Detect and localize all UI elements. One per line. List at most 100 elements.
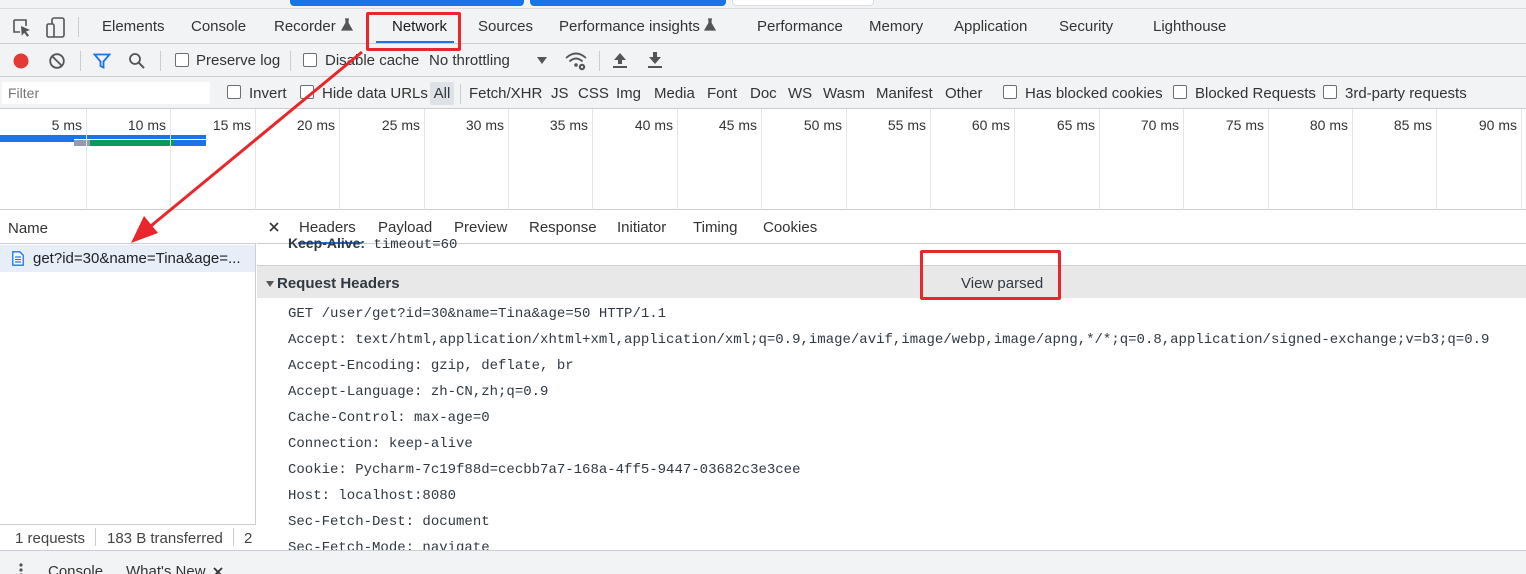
type-filter-css[interactable]: CSS (578, 77, 609, 109)
network-conditions-icon[interactable] (565, 51, 587, 71)
network-filter-bar: Invert Hide data URLs All Fetch/XHR JS C… (0, 77, 1526, 109)
drawer-tab-console[interactable]: Console (48, 563, 103, 574)
timeline-tick-label: 10 ms (127, 117, 166, 133)
tab-timing[interactable]: Timing (693, 210, 737, 244)
request-headers-section[interactable]: Request Headers View parsed (257, 265, 1526, 298)
timeline-tick-label: 60 ms (971, 117, 1010, 133)
more-options-icon[interactable] (19, 563, 23, 574)
third-party-requests-checkbox[interactable] (1323, 85, 1337, 99)
network-toolbar: Preserve log Disable cache No throttling (0, 44, 1526, 77)
timeline-tick-label: 20 ms (296, 117, 335, 133)
request-name: get?id=30&name=Tina&age=... (33, 250, 241, 267)
filter-input[interactable] (2, 82, 210, 104)
browser-button[interactable] (290, 0, 524, 6)
request-row[interactable]: get?id=30&name=Tina&age=... (0, 245, 255, 272)
disable-cache-checkbox[interactable] (303, 53, 317, 67)
tab-memory[interactable]: Memory (869, 9, 923, 44)
selected-tab-indicator (376, 41, 454, 43)
tab-cookies[interactable]: Cookies (763, 210, 817, 244)
tab-network[interactable]: Network (392, 9, 447, 44)
has-blocked-cookies-checkbox[interactable] (1003, 85, 1017, 99)
close-icon[interactable] (213, 567, 223, 574)
tab-performance[interactable]: Performance (757, 9, 843, 44)
disable-cache-label: Disable cache (325, 52, 420, 69)
tab-preview[interactable]: Preview (454, 210, 507, 244)
request-header-line: Accept: text/html,application/xhtml+xml,… (288, 332, 1490, 348)
browser-button[interactable] (732, 0, 874, 6)
request-count: 1 requests (15, 530, 86, 547)
divider (290, 51, 291, 71)
timeline-tick-label: 80 ms (1309, 117, 1348, 133)
record-icon[interactable] (12, 52, 30, 70)
name-column-label: Name (8, 220, 49, 237)
throttling-select[interactable]: No throttling (429, 44, 510, 77)
import-har-icon[interactable] (612, 51, 628, 69)
request-header-line: Cache-Control: max-age=0 (288, 410, 490, 426)
tab-elements[interactable]: Elements (102, 9, 165, 44)
device-toolbar-icon[interactable] (46, 17, 66, 39)
request-header-line: Accept-Language: zh-CN,zh;q=0.9 (288, 384, 549, 400)
divider (599, 51, 600, 71)
blocked-requests-checkbox[interactable] (1173, 85, 1187, 99)
tab-recorder[interactable]: Recorder (274, 9, 336, 44)
timeline-download-bar (174, 140, 206, 146)
section-title: Request Headers (277, 275, 400, 292)
tab-lighthouse[interactable]: Lighthouse (1153, 9, 1226, 44)
name-column-header[interactable]: Name (0, 210, 256, 244)
divider (78, 17, 79, 37)
type-filter-js[interactable]: JS (551, 77, 569, 109)
tab-response[interactable]: Response (529, 210, 597, 244)
tab-application[interactable]: Application (954, 9, 1027, 44)
divider (95, 528, 96, 546)
hide-data-urls-checkbox[interactable] (300, 85, 314, 99)
timeline-tick-label: 85 ms (1393, 117, 1432, 133)
collapse-triangle-icon[interactable] (266, 281, 274, 287)
devtools-tab-bar: Elements Console Recorder Network Source… (0, 9, 1526, 44)
export-har-icon[interactable] (647, 51, 663, 69)
header-value: timeout=60 (373, 237, 458, 251)
timeline-tick-label: 30 ms (465, 117, 504, 133)
divider (80, 51, 81, 71)
tab-performance-insights[interactable]: Performance insights (559, 9, 700, 44)
tab-sources[interactable]: Sources (478, 9, 533, 44)
request-header-line: Accept-Encoding: gzip, deflate, br (288, 358, 574, 374)
type-filter-ws[interactable]: WS (788, 77, 812, 109)
type-filter-manifest[interactable]: Manifest (876, 77, 933, 109)
browser-button[interactable] (530, 0, 726, 6)
clear-icon[interactable] (48, 52, 66, 70)
tab-security[interactable]: Security (1059, 9, 1113, 44)
tab-initiator[interactable]: Initiator (617, 210, 666, 244)
view-parsed-link[interactable]: View parsed (961, 275, 1043, 292)
preserve-log-label: Preserve log (196, 52, 281, 69)
timeline-stall-bar (74, 140, 90, 146)
timeline-waiting-bar (90, 140, 174, 146)
bottom-drawer: Console What's New (0, 550, 1526, 574)
timeline-tick-label: 50 ms (803, 117, 842, 133)
drawer-tab-whats-new[interactable]: What's New (126, 563, 206, 574)
type-filter-font[interactable]: Font (707, 77, 737, 109)
filter-icon[interactable] (93, 52, 111, 70)
type-filter-doc[interactable]: Doc (750, 77, 777, 109)
timeline-tick-label: 65 ms (1056, 117, 1095, 133)
invert-checkbox[interactable] (227, 85, 241, 99)
third-party-requests-label: 3rd-party requests (1345, 85, 1467, 102)
type-filter-media[interactable]: Media (654, 77, 695, 109)
blocked-requests-label: Blocked Requests (1195, 85, 1316, 102)
type-filter-wasm[interactable]: Wasm (823, 77, 865, 109)
preserve-log-checkbox[interactable] (175, 53, 189, 67)
timeline-tick-label: 75 ms (1225, 117, 1264, 133)
type-filter-fetch-xhr[interactable]: Fetch/XHR (469, 77, 542, 109)
type-filter-all[interactable]: All (430, 82, 454, 105)
browser-top-strip (0, 0, 1526, 9)
timeline-overview[interactable]: 5 ms 10 ms 15 ms 20 ms 25 ms 30 ms 35 ms 40 ms 4… (0, 109, 1526, 210)
type-filter-other[interactable]: Other (945, 77, 983, 109)
tab-console[interactable]: Console (191, 9, 246, 44)
dropdown-arrow-icon[interactable] (537, 57, 547, 65)
divider (233, 528, 234, 546)
timeline-tick-label: 70 ms (1140, 117, 1179, 133)
request-header-line: Cookie: Pycharm-7c19f88d=cecbb7a7-168a-4… (288, 462, 801, 478)
timeline-queue-bar (0, 139, 74, 142)
search-icon[interactable] (128, 52, 146, 70)
type-filter-img[interactable]: Img (616, 77, 641, 109)
close-icon[interactable] (269, 222, 279, 232)
